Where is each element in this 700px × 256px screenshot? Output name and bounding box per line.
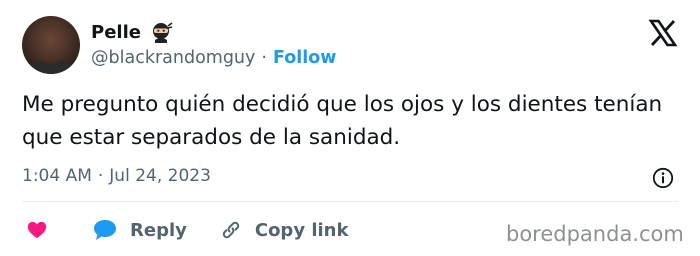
- heart-icon[interactable]: [26, 219, 48, 241]
- link-icon: [222, 221, 240, 239]
- tweet-timestamp[interactable]: 1:04 AM · Jul 24, 2023: [22, 166, 211, 186]
- separator-dot: ·: [261, 48, 267, 68]
- avatar[interactable]: [22, 16, 80, 74]
- speech-bubble-icon: [94, 220, 116, 240]
- copy-link-button[interactable]: Copy link: [219, 218, 349, 242]
- reply-button[interactable]: Reply: [92, 218, 187, 242]
- watermark: boredpanda.com: [506, 222, 684, 246]
- divider: [22, 201, 678, 202]
- author-handle-row: @blackrandomguy · Follow: [91, 48, 336, 68]
- reply-label: Reply: [130, 219, 187, 241]
- author-handle[interactable]: @blackrandomguy: [91, 48, 255, 68]
- author-name[interactable]: Pelle: [91, 22, 141, 43]
- x-logo-icon[interactable]: [648, 18, 678, 48]
- info-icon[interactable]: [652, 167, 674, 189]
- action-bar: Reply Copy link: [26, 216, 348, 244]
- tweet-text: Me pregunto quién decidió que los ojos y…: [22, 92, 663, 150]
- tweet-date: Jul 24, 2023: [109, 166, 211, 186]
- copy-link-label: Copy link: [254, 219, 349, 241]
- separator-dot: ·: [97, 166, 104, 186]
- ninja-emoji-icon: [152, 22, 173, 43]
- avatar-face: [35, 24, 67, 64]
- author-name-row: Pelle: [91, 20, 173, 44]
- tweet-time: 1:04 AM: [22, 166, 92, 186]
- follow-button[interactable]: Follow: [273, 48, 336, 68]
